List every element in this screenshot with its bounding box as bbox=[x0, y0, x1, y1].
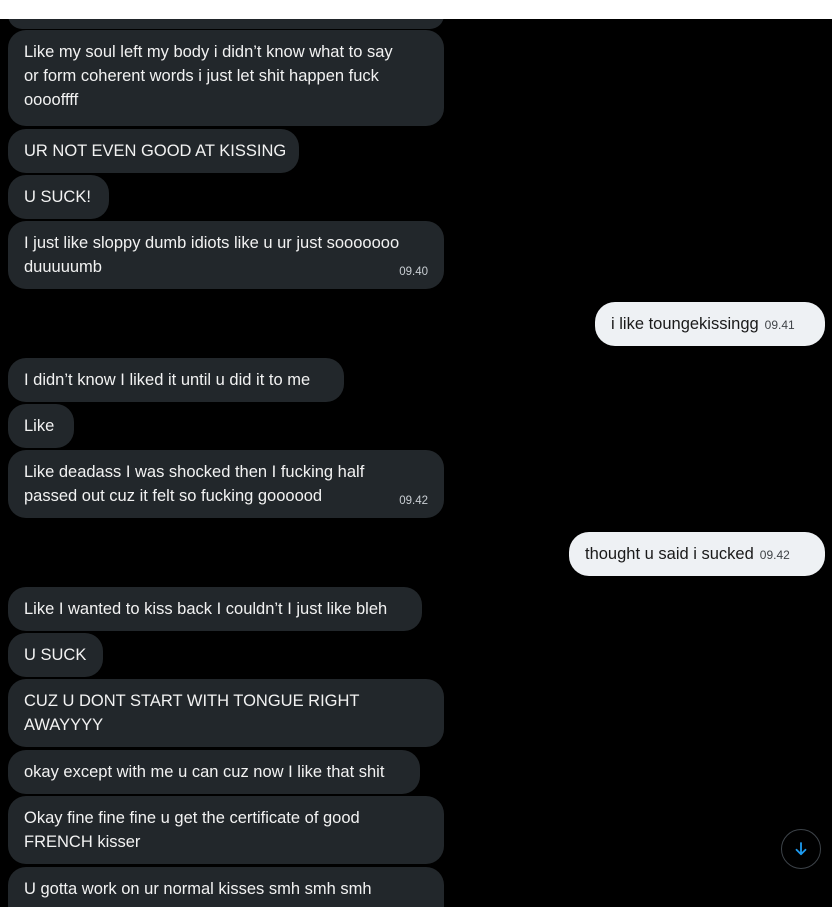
message-line: U SUCK! bbox=[24, 188, 91, 206]
scroll-to-bottom-button[interactable] bbox=[781, 829, 821, 869]
message-bubble-incoming[interactable]: Like my soul left my body i didn’t know … bbox=[8, 30, 444, 126]
message-bubble-incoming[interactable]: U gotta work on ur normal kisses smh smh… bbox=[8, 867, 444, 907]
message-timestamp: 09.41 bbox=[764, 318, 795, 332]
message-line: FRENCH kisser bbox=[24, 833, 141, 851]
message-line: thought u said i sucked bbox=[585, 545, 754, 563]
message-bubble-outgoing[interactable]: i like toungekissingg 09.41 bbox=[595, 302, 825, 346]
message-line: U SUCK bbox=[24, 646, 87, 664]
message-line: duuuuumb bbox=[24, 258, 102, 276]
arrow-down-icon bbox=[795, 842, 807, 856]
message-line: Like bbox=[24, 417, 55, 435]
message-bubble-incoming[interactable]: Like deadass I was shocked then I fuckin… bbox=[8, 450, 444, 518]
message-timestamp: 09.40 bbox=[399, 266, 428, 278]
message-bubble-incoming[interactable]: I just like sloppy dumb idiots like u ur… bbox=[8, 221, 444, 289]
message-line: or form coherent words i just let shit h… bbox=[24, 67, 379, 85]
message-line: ooooffff bbox=[24, 91, 79, 109]
message-timestamp: 09.42 bbox=[399, 495, 428, 507]
chat-thread: Like my soul left my body i didn’t know … bbox=[0, 19, 832, 907]
message-line: I just like sloppy dumb idiots like u ur… bbox=[24, 234, 400, 252]
message-line: i like toungekissingg bbox=[611, 315, 759, 333]
message-line: Like my soul left my body i didn’t know … bbox=[24, 43, 393, 61]
message-line: AWAYYYY bbox=[24, 716, 104, 734]
message-bubble-incoming[interactable]: I didn’t know I liked it until u did it … bbox=[8, 358, 344, 402]
message-bubble-incoming[interactable]: CUZ U DONT START WITH TONGUE RIGHT AWAYY… bbox=[8, 679, 444, 747]
message-bubble-incoming[interactable]: Like I wanted to kiss back I couldn’t I … bbox=[8, 587, 422, 631]
message-line: passed out cuz it felt so fucking gooooo… bbox=[24, 487, 323, 505]
message-line: okay except with me u can cuz now I like… bbox=[24, 763, 385, 781]
message-timestamp: 09.42 bbox=[759, 548, 790, 562]
message-bubble-incoming[interactable]: U SUCK bbox=[8, 633, 103, 677]
message-line: CUZ U DONT START WITH TONGUE RIGHT bbox=[24, 692, 360, 710]
message-line: U gotta work on ur normal kisses smh smh… bbox=[24, 880, 372, 898]
message-line: I didn’t know I liked it until u did it … bbox=[24, 371, 311, 389]
message-line: UR NOT EVEN GOOD AT KISSING bbox=[24, 142, 287, 160]
message-line: Okay fine fine fine u get the certificat… bbox=[24, 809, 360, 827]
message-line: Like deadass I was shocked then I fuckin… bbox=[24, 463, 365, 481]
message-bubble-partial bbox=[8, 19, 444, 29]
message-bubble-incoming[interactable]: UR NOT EVEN GOOD AT KISSING bbox=[8, 129, 299, 173]
message-bubble-incoming[interactable]: Okay fine fine fine u get the certificat… bbox=[8, 796, 444, 864]
message-bubble-outgoing[interactable]: thought u said i sucked 09.42 bbox=[569, 532, 825, 576]
message-bubble-incoming[interactable]: Like bbox=[8, 404, 74, 448]
message-bubble-incoming[interactable]: okay except with me u can cuz now I like… bbox=[8, 750, 420, 794]
message-bubble-incoming[interactable]: U SUCK! bbox=[8, 175, 109, 219]
message-line: Like I wanted to kiss back I couldn’t I … bbox=[24, 600, 388, 618]
